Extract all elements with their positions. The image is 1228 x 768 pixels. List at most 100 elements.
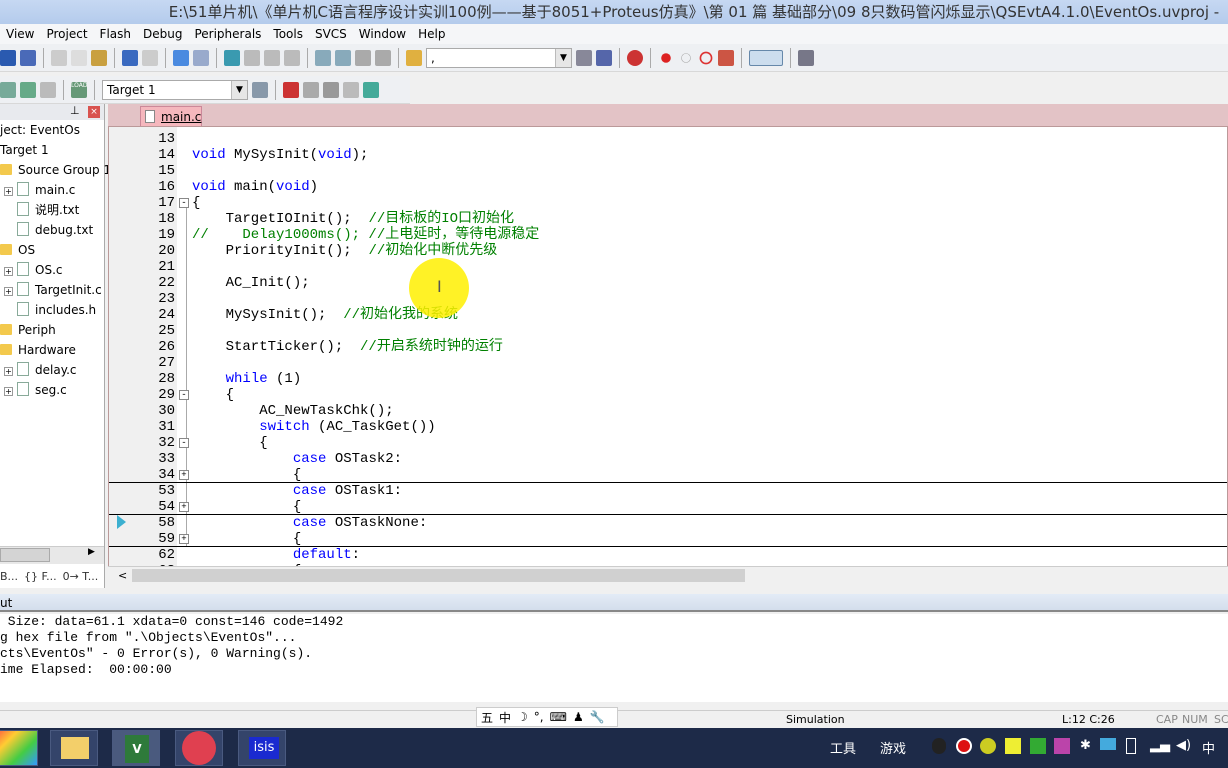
project-hscroll[interactable]: ▶	[0, 546, 104, 564]
cut-icon[interactable]	[51, 49, 67, 66]
rebuild-icon[interactable]	[40, 81, 56, 98]
menu-view[interactable]: View	[0, 24, 40, 44]
copy-icon[interactable]	[71, 49, 87, 66]
code-line[interactable]: 16 void main(void)	[109, 179, 1227, 195]
bookmark-prev-icon[interactable]	[244, 49, 260, 66]
ime-button[interactable]: ☽	[517, 710, 528, 724]
expand-icon[interactable]: +	[4, 287, 13, 296]
breakpoint-clear-icon[interactable]	[699, 51, 713, 64]
translate-icon[interactable]	[0, 81, 16, 98]
debug-icon[interactable]	[627, 49, 643, 66]
tray-lang[interactable]: 中	[1202, 738, 1215, 757]
code-line[interactable]: 29- {	[109, 387, 1227, 403]
target-select[interactable]: Target 1 ▼	[102, 79, 248, 100]
nav-back-icon[interactable]	[173, 49, 189, 66]
tab-templates[interactable]: 0→ T...	[63, 566, 99, 588]
paste-icon[interactable]	[91, 49, 107, 66]
code-line[interactable]: 32- {	[109, 435, 1227, 451]
indent-icon[interactable]	[315, 49, 331, 66]
code-line[interactable]: 25	[109, 323, 1227, 339]
tree-item[interactable]: includes.h	[0, 300, 104, 320]
taskbar-isis-icon[interactable]: isis	[238, 730, 286, 766]
code-editor[interactable]: 13 14 void MySysInit(void); 15 16 void main(v…	[108, 126, 1228, 584]
ime-button[interactable]: °,	[534, 710, 544, 724]
manage-items-icon[interactable]	[303, 81, 319, 98]
code-line[interactable]: 24 MySysInit(); //初始化我的系统	[109, 307, 1227, 323]
code-line[interactable]: 22 AC_Init();	[109, 275, 1227, 291]
breakpoint-disable-icon[interactable]	[681, 52, 691, 63]
taskbar-browser-icon[interactable]	[0, 730, 38, 766]
code-line[interactable]: 17-{	[109, 195, 1227, 211]
chevron-down-icon[interactable]: ▼	[555, 48, 571, 67]
code-line[interactable]: 53 case OSTask1:	[109, 483, 1227, 499]
undo-icon[interactable]	[122, 49, 138, 66]
redo-icon[interactable]	[142, 49, 158, 66]
scroll-thumb[interactable]	[132, 569, 745, 582]
tray-games[interactable]: 游戏	[880, 738, 906, 757]
fold-expand-icon[interactable]: +	[179, 502, 189, 512]
fold-expand-icon[interactable]: +	[179, 534, 189, 544]
record-icon[interactable]	[956, 738, 972, 754]
open-file-icon[interactable]	[406, 49, 422, 66]
expand-icon[interactable]: +	[4, 267, 13, 276]
uncomment-icon[interactable]	[375, 49, 391, 66]
menu-debug[interactable]: Debug	[137, 24, 188, 44]
fold-expand-icon[interactable]: +	[179, 470, 189, 480]
code-line[interactable]: 31 switch (AC_TaskGet())	[109, 419, 1227, 435]
expand-icon[interactable]: +	[4, 187, 13, 196]
bookmark-clear-icon[interactable]	[284, 49, 300, 66]
taskbar-app-icon[interactable]	[175, 730, 223, 766]
pack-installer-icon[interactable]	[323, 81, 339, 98]
scroll-right-icon[interactable]: ▶	[88, 547, 95, 557]
bluetooth-icon[interactable]: ✱	[1080, 738, 1091, 753]
menu-project[interactable]: Project	[40, 24, 93, 44]
pin-icon[interactable]: ⊥	[70, 104, 80, 117]
nvidia-icon[interactable]	[1030, 738, 1046, 754]
cloud-icon[interactable]	[1100, 738, 1116, 750]
find-combo[interactable]: , ▼	[426, 47, 572, 68]
tab-books[interactable]: B...	[0, 566, 18, 588]
tree-item[interactable]: + TargetInit.c	[0, 280, 104, 300]
find-icon[interactable]	[596, 49, 612, 66]
load-icon[interactable]: LOAD	[71, 81, 87, 98]
code-line[interactable]: 15	[109, 163, 1227, 179]
window-layout-icon[interactable]	[749, 49, 783, 66]
qq-icon[interactable]	[932, 738, 946, 754]
tree-item[interactable]: Hardware	[0, 340, 104, 360]
code-line[interactable]: 34 + {	[109, 467, 1227, 483]
code-line[interactable]: 19 // Delay1000ms(); //上电延时，等待电源稳定	[109, 227, 1227, 243]
nav-forward-icon[interactable]	[193, 49, 209, 66]
menu-tools[interactable]: Tools	[267, 24, 309, 44]
tab-main-c[interactable]: main.c	[140, 106, 202, 126]
tree-item[interactable]: 说明.txt	[0, 200, 104, 220]
tree-item[interactable]: + OS.c	[0, 260, 104, 280]
tree-item[interactable]: debug.txt	[0, 220, 104, 240]
editor-hscroll[interactable]: <	[108, 566, 1228, 584]
menu-svcs[interactable]: SVCS	[309, 24, 353, 44]
fold-collapse-icon[interactable]: -	[179, 438, 189, 448]
code-line[interactable]: 33 case OSTask2:	[109, 451, 1227, 467]
close-icon[interactable]: ×	[88, 106, 100, 118]
code-line[interactable]: 23	[109, 291, 1227, 307]
code-line[interactable]: 14 void MySysInit(void);	[109, 147, 1227, 163]
code-line[interactable]: 59 + {	[109, 531, 1227, 547]
run-time-env-icon[interactable]	[363, 81, 379, 98]
configure-icon[interactable]	[798, 49, 814, 66]
tree-item[interactable]: + main.c	[0, 180, 104, 200]
taskbar-explorer-icon[interactable]	[50, 730, 98, 766]
volume-icon[interactable]: ◀)	[1176, 738, 1191, 753]
tree-item[interactable]: + seg.c	[0, 380, 104, 400]
scroll-thumb[interactable]	[0, 548, 50, 562]
menu-flash[interactable]: Flash	[94, 24, 137, 44]
tree-target[interactable]: Target 1	[0, 140, 104, 160]
ime-button[interactable]: 五	[481, 709, 493, 726]
tree-project-root[interactable]: ject: EventOs	[0, 120, 104, 140]
find-in-files-icon[interactable]	[576, 49, 592, 66]
unindent-icon[interactable]	[335, 49, 351, 66]
tree-item[interactable]: OS	[0, 240, 104, 260]
code-line[interactable]: 30 AC_NewTaskChk();	[109, 403, 1227, 419]
ime-button[interactable]: ♟	[573, 710, 584, 724]
code-line[interactable]: 13	[109, 131, 1227, 147]
menu-window[interactable]: Window	[353, 24, 412, 44]
bookmark-next-icon[interactable]	[264, 49, 280, 66]
